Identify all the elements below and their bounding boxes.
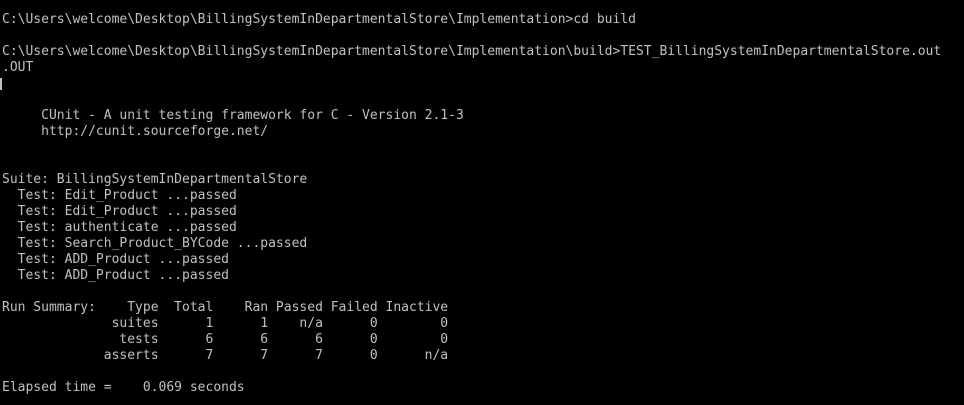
console-line-summary-header: Run Summary: Type Total Ran Passed Faile… — [2, 300, 449, 315]
console-line-test-result: Test: Edit_Product ...passed — [2, 204, 237, 219]
console-line-test-result: Test: ADD_Product ...passed — [2, 268, 229, 283]
console-line-run-command: C:\Users\welcome\Desktop\BillingSystemIn… — [2, 44, 942, 59]
console-line-cd-command: C:\Users\welcome\Desktop\BillingSystemIn… — [2, 12, 636, 27]
console-line-suite: Suite: BillingSystemInDepartmentalStore — [2, 172, 308, 187]
console-line-cunit-url: http://cunit.sourceforge.net/ — [2, 124, 269, 139]
console-window[interactable]: C:\Users\welcome\Desktop\BillingSystemIn… — [0, 0, 964, 405]
console-line-test-result: Test: ADD_Product ...passed — [2, 252, 229, 267]
console-line-cunit-banner: CUnit - A unit testing framework for C -… — [2, 108, 464, 123]
console-line-run-command-wrap: .OUT — [2, 60, 34, 75]
console-line-test-result: Test: authenticate ...passed — [2, 220, 237, 235]
console-line-test-result: Test: Search_Product_BYCode ...passed — [2, 236, 308, 251]
console-line-summary-tests: tests 6 6 6 0 0 — [2, 332, 449, 347]
console-line-elapsed-time: Elapsed time = 0.069 seconds — [2, 380, 245, 395]
console-line-summary-suites: suites 1 1 n/a 0 0 — [2, 316, 449, 331]
console-line-test-result: Test: Edit_Product ...passed — [2, 188, 237, 203]
text-cursor — [0, 78, 2, 90]
console-line-summary-asserts: asserts 7 7 7 0 n/a — [2, 348, 449, 363]
